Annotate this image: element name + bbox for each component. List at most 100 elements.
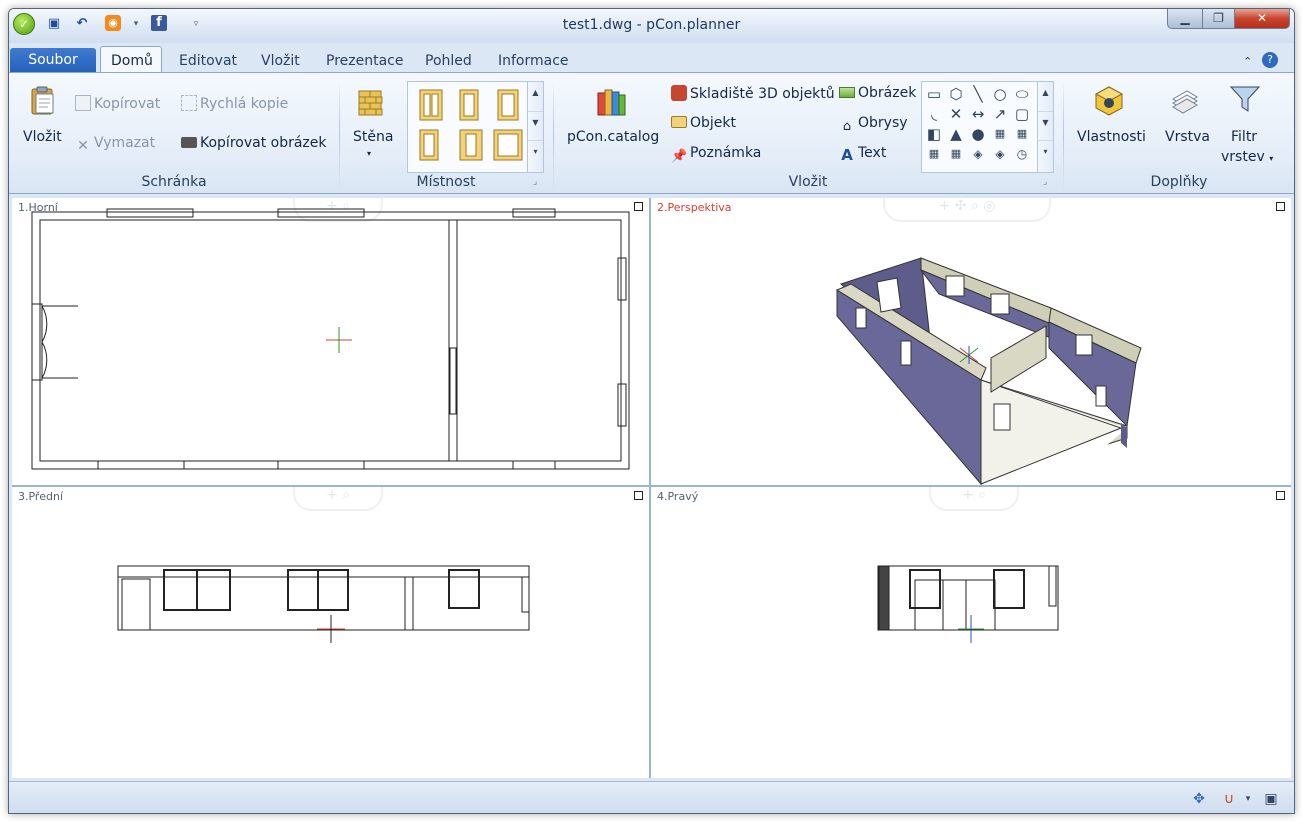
viewport-area: + ⌕ 1.Horní + ✣ ⌕ ◎ 2.Perspektiva + ⌕ 3.… bbox=[12, 198, 1291, 778]
ribbon-tabs: Soubor Domů Editovat Vložit Prezentace P… bbox=[9, 43, 1294, 74]
grid-icon[interactable]: ▦ bbox=[924, 144, 944, 164]
navigation-cross-icon[interactable]: ✥ bbox=[1190, 790, 1208, 808]
wall-button[interactable]: Stěna bbox=[353, 129, 393, 145]
layer-filter-icon bbox=[1229, 86, 1261, 112]
floor-plan-drawing bbox=[31, 208, 630, 470]
viewport-label: 3.Přední bbox=[18, 490, 63, 503]
tab-home[interactable]: Domů bbox=[100, 46, 162, 74]
line-icon[interactable]: ╲ bbox=[968, 84, 988, 104]
quick-copy-icon bbox=[181, 95, 197, 111]
warehouse-icon bbox=[671, 85, 687, 101]
snap-magnet-icon[interactable]: ∪ bbox=[1220, 790, 1238, 808]
layer-filter-button[interactable]: Filtr bbox=[1231, 129, 1257, 145]
copy-button[interactable]: Kopírovat bbox=[75, 95, 160, 112]
copy-icon bbox=[75, 95, 91, 111]
clock-icon[interactable]: ◷ bbox=[1012, 144, 1032, 164]
viewport-perspective[interactable]: + ✣ ⌕ ◎ 2.Perspektiva bbox=[651, 198, 1291, 485]
tab-edit[interactable]: Editovat bbox=[169, 49, 247, 73]
grid-100-icon[interactable]: ▦ bbox=[946, 144, 966, 164]
polygon-icon[interactable]: ⬡ bbox=[946, 84, 966, 104]
right-elevation-drawing bbox=[877, 565, 1059, 643]
tab-view[interactable]: Pohled bbox=[415, 49, 482, 73]
sphere-icon[interactable]: ● bbox=[968, 124, 988, 144]
viewport-right[interactable]: + ⌕ 4.Pravý bbox=[651, 487, 1291, 778]
camera-icon bbox=[181, 137, 197, 148]
circle-icon[interactable]: ○ bbox=[990, 84, 1010, 104]
shapes-gallery: ▭ ⬡ ╲ ○ ⬭ ◟ ✕ ↔ ↗ ▢ ◧ ▲ ● ▦ ▦ ▦ ▦ ◈ ◈ ◷ bbox=[921, 81, 1054, 173]
text-icon: A bbox=[841, 146, 853, 164]
object-button[interactable]: Objekt bbox=[671, 115, 736, 131]
outlines-button[interactable]: ⌂ Obrysy bbox=[839, 115, 908, 135]
copy-image-button[interactable]: Kopírovat obrázek bbox=[181, 135, 327, 151]
maximize-viewport-icon[interactable] bbox=[1276, 491, 1285, 500]
maximize-viewport-icon[interactable] bbox=[634, 491, 643, 500]
gallery-scroll[interactable]: ▲ ▼ ▾ bbox=[1037, 82, 1053, 172]
viewport-label: 4.Pravý bbox=[657, 490, 699, 503]
folder-icon bbox=[671, 116, 687, 128]
viewport-front[interactable]: + ⌕ 3.Přední bbox=[12, 487, 649, 778]
cut-icon: ✕ bbox=[77, 138, 89, 154]
note-button[interactable]: 📌 Poznámka bbox=[671, 145, 761, 165]
gallery-scroll[interactable]: ▲ ▼ ▾ bbox=[527, 82, 543, 172]
qr-code-200-icon[interactable]: ▦ bbox=[1012, 124, 1032, 144]
quick-copy-button[interactable]: Rychlá kopie bbox=[181, 95, 288, 112]
maximize-viewport-icon[interactable] bbox=[634, 202, 643, 211]
room-gallery: ▲ ▼ ▾ bbox=[407, 81, 544, 173]
application-window: ✓ ▣ ↶ ◉ ▾ f ▿ test1.dwg - pCon.planner ▁… bbox=[8, 8, 1295, 814]
paste-icon bbox=[31, 86, 54, 115]
maximize-viewport-icon[interactable] bbox=[1276, 202, 1285, 211]
tab-insert[interactable]: Vložit bbox=[251, 49, 310, 73]
ellipse-icon[interactable]: ⬭ bbox=[1012, 84, 1032, 104]
tab-presentation[interactable]: Prezentace bbox=[316, 49, 413, 73]
tab-info[interactable]: Informace bbox=[488, 49, 579, 73]
layer-button[interactable]: Vrstva bbox=[1165, 129, 1210, 145]
layer-icon bbox=[1172, 90, 1198, 114]
dropdown-arrow-icon[interactable]: ▾ bbox=[1239, 790, 1257, 808]
help-icon[interactable]: ? bbox=[1262, 52, 1278, 68]
window-title: test1.dwg - pCon.planner bbox=[562, 17, 741, 33]
text-button[interactable]: A Text bbox=[839, 145, 886, 163]
3d-warehouse-button[interactable]: Skladiště 3D objektů bbox=[671, 85, 835, 102]
wall-dropdown-icon[interactable]: ▾ bbox=[367, 149, 371, 158]
pushpin-icon: 📌 bbox=[671, 149, 688, 164]
cross-icon[interactable]: ✕ bbox=[946, 104, 966, 124]
dropdown-arrow-icon: ▾ bbox=[1269, 154, 1274, 163]
group-label-clipboard: Schránka bbox=[141, 174, 207, 190]
image-button[interactable]: Obrázek bbox=[839, 85, 916, 101]
image-icon bbox=[839, 87, 855, 98]
qr-code-icon[interactable]: ▦ bbox=[990, 124, 1010, 144]
group-label-room: Místnost bbox=[416, 174, 476, 190]
rectangle-icon[interactable]: ▭ bbox=[924, 84, 944, 104]
close-button[interactable]: ✕ bbox=[1234, 9, 1290, 29]
paste-button[interactable]: Vložit bbox=[23, 129, 62, 145]
catalog-books-icon bbox=[597, 89, 626, 116]
ribbon: Vložit Kopírovat ✕ Vymazat Rychlá kopie K… bbox=[9, 72, 1294, 194]
lock-cube-alt-icon[interactable]: ◈ bbox=[990, 144, 1010, 164]
properties-icon bbox=[1094, 86, 1124, 116]
cone-icon[interactable]: ▲ bbox=[946, 124, 966, 144]
outlines-icon: ⌂ bbox=[842, 119, 852, 134]
title-bar: ✓ ▣ ↶ ◉ ▾ f ▿ test1.dwg - pCon.planner ▁… bbox=[9, 9, 1294, 43]
catalog-button[interactable]: pCon.catalog bbox=[567, 129, 659, 145]
status-bar: ✥ ∪ ▾ ▣ bbox=[9, 781, 1294, 813]
tab-file[interactable]: Soubor bbox=[10, 48, 96, 73]
cube-icon[interactable]: ◧ bbox=[924, 124, 944, 144]
dimension-icon[interactable]: ↔ bbox=[968, 104, 988, 124]
properties-button[interactable]: Vlastnosti bbox=[1077, 129, 1146, 145]
group-label-insert: Vložit bbox=[788, 174, 828, 190]
viewport-label: 1.Horní bbox=[18, 201, 58, 214]
window-layout-icon[interactable]: ▣ bbox=[1262, 790, 1280, 808]
lock-cube-icon[interactable]: ◈ bbox=[968, 144, 988, 164]
arrow-icon[interactable]: ↗ bbox=[990, 104, 1010, 124]
layer-filter-button-line2[interactable]: vrstev ▾ bbox=[1221, 149, 1273, 165]
perspective-3d-model bbox=[835, 257, 1142, 485]
restore-button[interactable]: ❐ bbox=[1202, 9, 1235, 29]
minimize-button[interactable]: ▁ bbox=[1167, 9, 1203, 29]
viewport-label: 2.Perspektiva bbox=[657, 201, 732, 214]
speech-bubble-icon[interactable]: ▢ bbox=[1012, 104, 1032, 124]
arc-icon[interactable]: ◟ bbox=[924, 104, 944, 124]
viewport-top[interactable]: + ⌕ 1.Horní bbox=[12, 198, 649, 485]
group-label-addons: Doplňky bbox=[1150, 174, 1208, 190]
wall-icon bbox=[358, 90, 383, 116]
cut-button[interactable]: ✕ Vymazat bbox=[75, 135, 155, 154]
